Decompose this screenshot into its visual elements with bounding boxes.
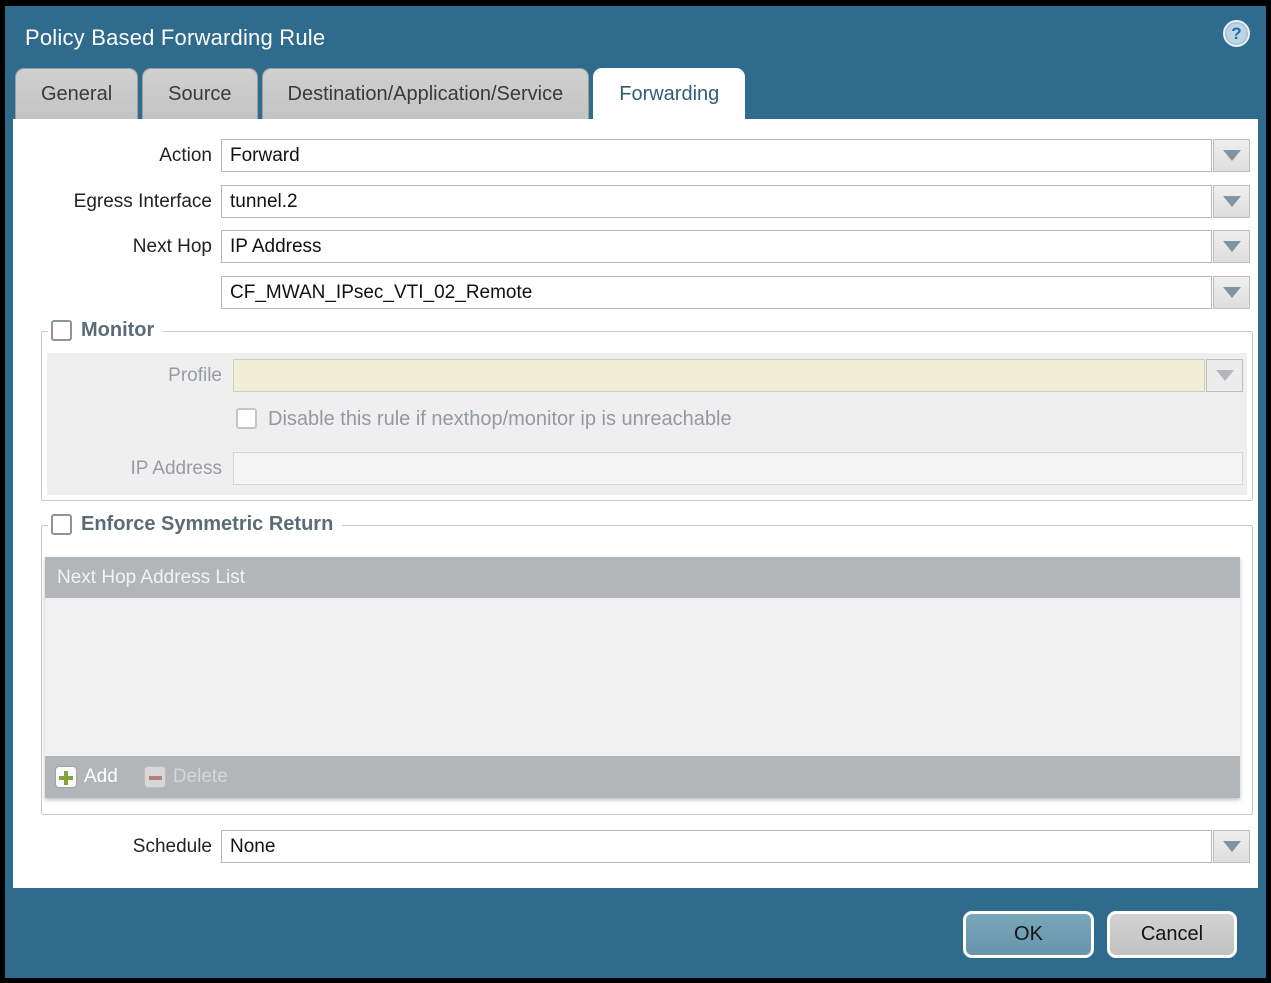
plus-icon bbox=[55, 766, 77, 788]
chevron-down-icon bbox=[1223, 150, 1241, 161]
tab-destination-application-service[interactable]: Destination/Application/Service bbox=[262, 68, 590, 119]
table-header-next-hop-address-list: Next Hop Address List bbox=[45, 557, 1240, 598]
chevron-down-icon bbox=[1223, 841, 1241, 852]
tab-bar: General Source Destination/Application/S… bbox=[15, 68, 749, 119]
dialog-window: Policy Based Forwarding Rule ? General S… bbox=[5, 6, 1266, 978]
help-icon[interactable]: ? bbox=[1223, 20, 1250, 47]
monitor-profile-input[interactable] bbox=[233, 359, 1205, 392]
action-label: Action bbox=[13, 139, 212, 172]
egress-interface-input[interactable] bbox=[221, 185, 1212, 218]
action-input[interactable] bbox=[221, 139, 1212, 172]
tab-general[interactable]: General bbox=[15, 68, 138, 119]
schedule-dropdown-button[interactable] bbox=[1213, 830, 1250, 863]
dialog-title: Policy Based Forwarding Rule bbox=[25, 25, 325, 51]
schedule-input[interactable] bbox=[221, 830, 1212, 863]
egress-interface-dropdown-button[interactable] bbox=[1213, 185, 1250, 218]
add-button[interactable]: Add bbox=[55, 766, 118, 788]
next-hop-label: Next Hop bbox=[13, 230, 212, 263]
monitor-checkbox[interactable] bbox=[51, 320, 72, 341]
schedule-label: Schedule bbox=[13, 830, 212, 863]
cancel-button[interactable]: Cancel bbox=[1107, 911, 1237, 958]
chevron-down-icon bbox=[1223, 196, 1241, 207]
chevron-down-icon bbox=[1223, 241, 1241, 252]
table-body-empty[interactable] bbox=[45, 598, 1240, 756]
tab-forwarding[interactable]: Forwarding bbox=[593, 68, 745, 119]
delete-button-label: Delete bbox=[173, 766, 228, 788]
monitor-ip-address-label: IP Address bbox=[13, 452, 222, 485]
symmetric-return-checkbox[interactable] bbox=[51, 514, 72, 535]
monitor-profile-dropdown-button[interactable] bbox=[1206, 359, 1243, 392]
next-hop-address-input[interactable] bbox=[221, 276, 1212, 309]
monitor-legend: Monitor bbox=[48, 319, 163, 342]
table-footer-toolbar: Add Delete bbox=[45, 756, 1240, 798]
symmetric-return-legend: Enforce Symmetric Return bbox=[48, 513, 342, 536]
add-button-label: Add bbox=[84, 766, 118, 788]
next-hop-address-dropdown-button[interactable] bbox=[1213, 276, 1250, 309]
tab-source[interactable]: Source bbox=[142, 68, 257, 119]
forwarding-tab-panel: Action Egress Interface Next Hop Monitor bbox=[13, 119, 1258, 888]
egress-interface-label: Egress Interface bbox=[13, 185, 212, 218]
next-hop-type-input[interactable] bbox=[221, 230, 1212, 263]
chevron-down-icon bbox=[1223, 287, 1241, 298]
minus-icon bbox=[144, 766, 166, 788]
chevron-down-icon bbox=[1216, 370, 1234, 381]
next-hop-type-dropdown-button[interactable] bbox=[1213, 230, 1250, 263]
disable-rule-checkbox[interactable] bbox=[236, 408, 257, 429]
monitor-legend-label: Monitor bbox=[81, 319, 154, 342]
symmetric-return-legend-label: Enforce Symmetric Return bbox=[81, 513, 333, 536]
next-hop-address-list-table: Next Hop Address List Add Delete bbox=[45, 557, 1240, 798]
monitor-ip-address-input[interactable] bbox=[233, 452, 1243, 485]
delete-button[interactable]: Delete bbox=[144, 766, 228, 788]
action-dropdown-button[interactable] bbox=[1213, 139, 1250, 172]
disable-rule-label: Disable this rule if nexthop/monitor ip … bbox=[268, 408, 732, 430]
monitor-profile-label: Profile bbox=[13, 359, 222, 392]
ok-button[interactable]: OK bbox=[963, 911, 1094, 958]
